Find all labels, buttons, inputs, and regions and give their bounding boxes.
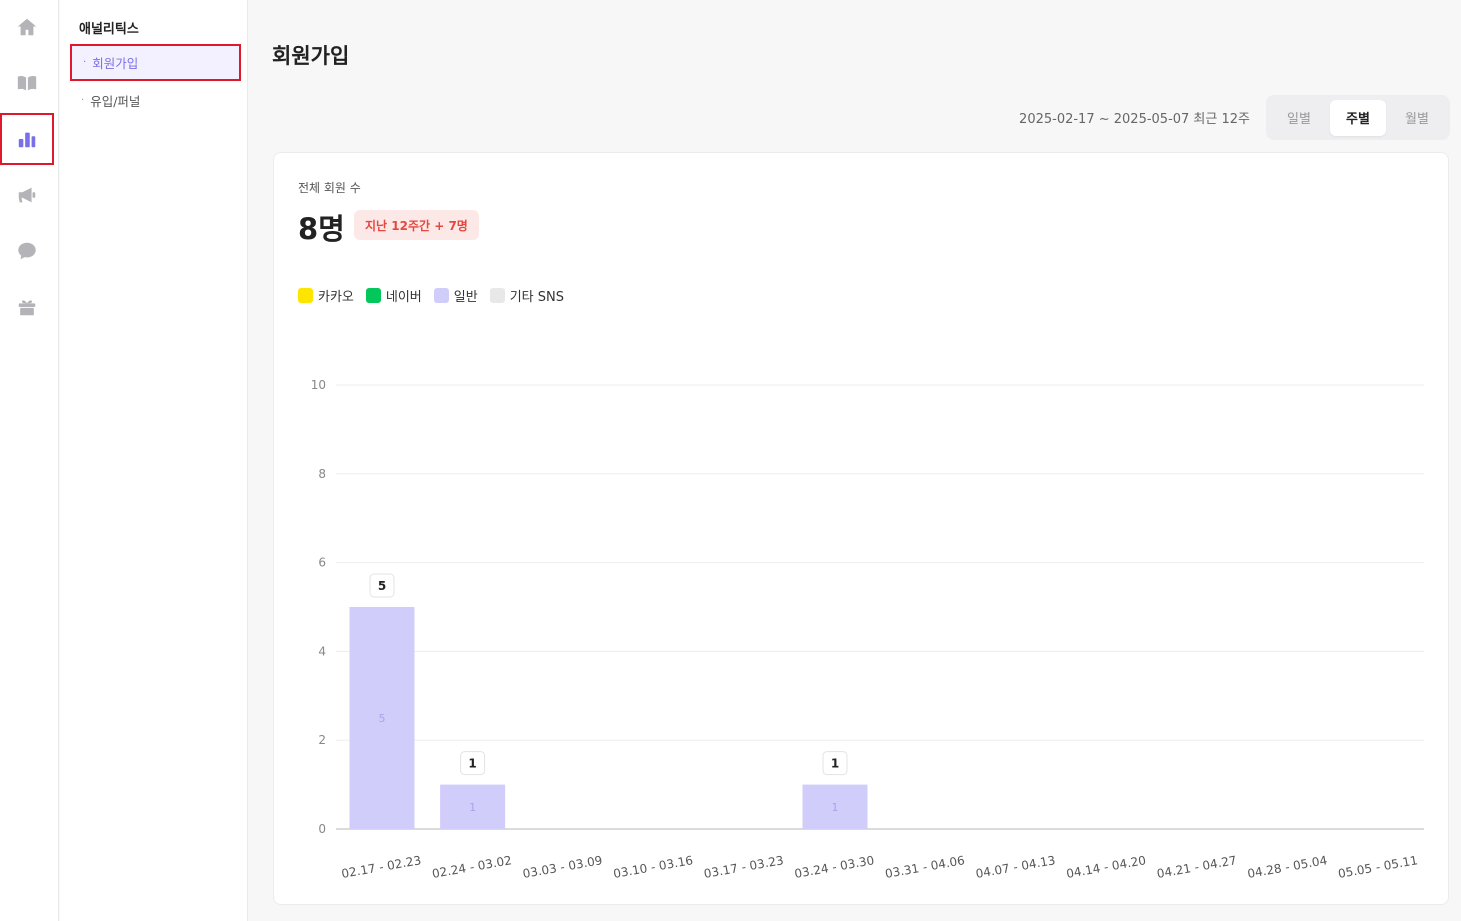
bar-value-label: 5 <box>379 712 386 725</box>
y-tick-label: 2 <box>318 733 326 747</box>
x-tick-label: 05.05 - 05.11 <box>1337 853 1419 881</box>
signup-bar-chart: 0 2 4 6 8 10 5 5 02.17 - 02.23 1 1 02.24 - 03.02 03.… <box>311 378 1424 881</box>
x-tick-label: 03.24 - 03.30 <box>793 853 875 881</box>
x-tick-label: 02.24 - 03.02 <box>431 853 513 881</box>
x-tick-label: 02.17 - 02.23 <box>340 853 422 881</box>
x-tick-label: 04.28 - 05.04 <box>1246 853 1328 881</box>
x-tick-label: 03.31 - 04.06 <box>884 853 966 881</box>
bar-total-label: 1 <box>468 757 476 771</box>
y-tick-label: 4 <box>318 644 326 658</box>
x-tick-label: 03.10 - 03.16 <box>612 853 694 881</box>
bullet-icon: · <box>83 57 87 68</box>
x-tick-label: 03.17 - 03.23 <box>703 853 785 881</box>
x-tick-label: 04.07 - 04.13 <box>975 853 1057 881</box>
subnav-title: 애널리틱스 <box>79 22 139 37</box>
bullet-icon: · <box>81 95 85 106</box>
home-icon[interactable] <box>0 1 54 53</box>
sub-navigation: 애널리틱스 · 회원가입 · 유입/퍼널 <box>60 0 248 921</box>
x-tick-label: 04.21 - 04.27 <box>1156 853 1238 881</box>
subnav-item-funnel[interactable]: · 유입/퍼널 <box>70 82 241 119</box>
y-tick-label: 0 <box>318 822 326 836</box>
period-weekly-button[interactable]: 주별 <box>1330 99 1386 136</box>
y-tick-label: 6 <box>318 556 326 570</box>
subnav-item-label: 유입/퍼널 <box>90 94 141 109</box>
page-title: 회원가입 <box>272 44 350 68</box>
megaphone-icon[interactable] <box>0 169 54 221</box>
x-tick-label: 03.03 - 03.09 <box>522 853 604 881</box>
period-monthly-button[interactable]: 월별 <box>1389 100 1445 136</box>
period-toggle: 일별 주별 월별 <box>1266 95 1450 140</box>
y-tick-label: 10 <box>311 378 326 392</box>
x-tick-label: 04.14 - 04.20 <box>1065 853 1147 881</box>
subnav-item-signup[interactable]: · 회원가입 <box>70 44 241 81</box>
subnav-item-label: 회원가입 <box>92 56 139 71</box>
bar-total-label: 5 <box>378 579 386 593</box>
y-tick-label: 8 <box>318 467 326 481</box>
bar-value-label: 1 <box>469 801 476 814</box>
bar-value-label: 1 <box>832 801 839 814</box>
period-daily-button[interactable]: 일별 <box>1271 100 1327 136</box>
date-range: 2025-02-17 ~ 2025-05-07 최근 12주 <box>1019 112 1250 127</box>
icon-rail <box>0 0 59 921</box>
signup-chart-card: 전체 회원 수 8명 지난 12주간 + 7명 카카오 네이버 일반 기타 SN… <box>273 152 1449 905</box>
analytics-icon[interactable] <box>0 113 54 165</box>
gift-icon[interactable] <box>0 281 54 333</box>
chat-icon[interactable] <box>0 225 54 277</box>
book-icon[interactable] <box>0 57 54 109</box>
bar-total-label: 1 <box>831 757 839 771</box>
